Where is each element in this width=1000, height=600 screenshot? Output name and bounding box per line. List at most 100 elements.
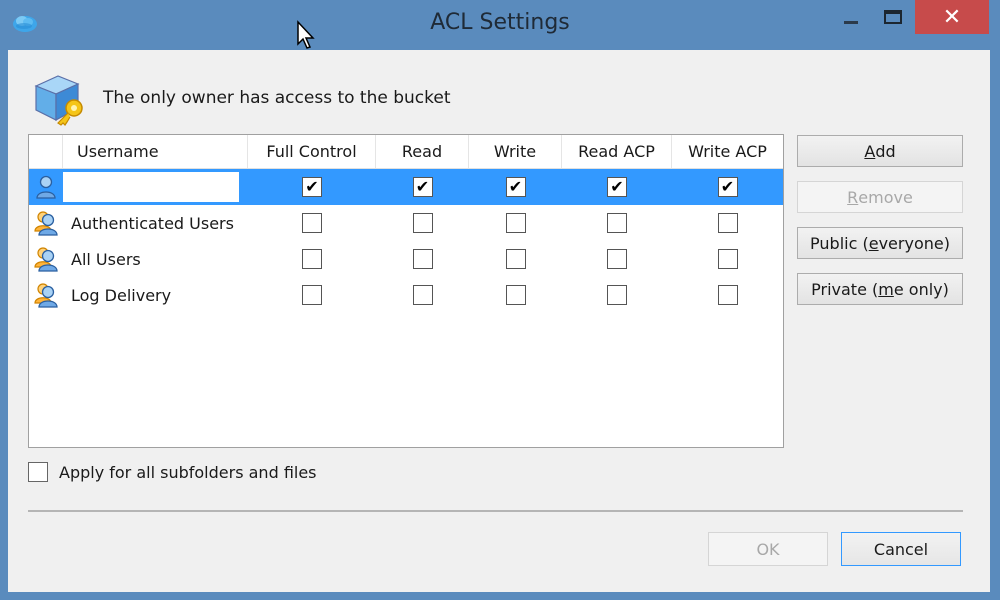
read-checkbox[interactable]: ✔ — [412, 177, 433, 197]
permission-cell-full-control — [248, 241, 376, 277]
public-accel-key: e — [868, 233, 879, 253]
minimize-button[interactable] — [830, 0, 872, 34]
private-label-pre: Private ( — [811, 279, 879, 299]
permission-cell-write-acp: ✔ — [672, 169, 783, 205]
username-cell[interactable]: Log Delivery — [63, 277, 248, 313]
acl-grid[interactable]: Username Full Control Read Write Read AC… — [28, 134, 784, 448]
check-icon: ✔ — [720, 177, 735, 196]
ok-button[interactable]: OK — [708, 532, 828, 566]
column-header-full-control[interactable]: Full Control — [248, 135, 376, 168]
minimize-icon — [844, 20, 858, 24]
permission-cell-read — [376, 241, 469, 277]
full-control-checkbox[interactable] — [302, 249, 322, 269]
column-header-read-acp[interactable]: Read ACP — [562, 135, 672, 168]
write-checkbox[interactable] — [505, 285, 526, 305]
access-message: The only owner has access to the bucket — [103, 88, 451, 108]
mouse-cursor-icon — [297, 20, 315, 49]
row-icon-cell — [29, 169, 63, 205]
remove-label-post: emove — [858, 187, 913, 207]
read-acp-checkbox[interactable]: ✔ — [607, 177, 627, 197]
username-cell[interactable]: Authenticated Users — [63, 205, 248, 241]
column-header-write[interactable]: Write — [469, 135, 562, 168]
check-icon: ✔ — [305, 177, 319, 196]
public-everyone-button[interactable]: Public (e veryone) — [797, 227, 963, 259]
permission-cell-read: ✔ — [376, 169, 469, 205]
username-cell[interactable] — [63, 169, 248, 205]
footer-divider — [28, 510, 963, 512]
row-icon-cell — [29, 205, 63, 241]
write-checkbox[interactable] — [505, 213, 526, 233]
column-header-read[interactable]: Read — [376, 135, 469, 168]
username-input[interactable] — [63, 172, 239, 202]
add-label-post: dd — [875, 141, 896, 161]
dialog-body: The only owner has access to the bucket … — [8, 50, 990, 592]
row-icon-cell — [29, 277, 63, 313]
table-row[interactable]: Authenticated Users — [29, 205, 783, 241]
apply-all-checkbox[interactable] — [28, 462, 48, 482]
public-label-post: veryone) — [878, 233, 950, 253]
permission-cell-full-control — [248, 277, 376, 313]
permission-cell-read-acp — [562, 205, 672, 241]
user-icon — [36, 175, 56, 199]
permission-cell-read — [376, 205, 469, 241]
check-icon: ✔ — [508, 177, 523, 196]
write-checkbox[interactable]: ✔ — [505, 177, 526, 197]
column-header-write-acp[interactable]: Write ACP — [672, 135, 783, 168]
remove-accel-key: R — [847, 187, 859, 207]
write-checkbox[interactable] — [505, 249, 526, 269]
permission-cell-full-control — [248, 205, 376, 241]
apply-all-label[interactable]: Apply for all subfolders and files — [59, 463, 317, 482]
group-icon — [34, 283, 58, 308]
check-icon: ✔ — [610, 177, 624, 196]
permission-cell-write — [469, 241, 562, 277]
check-icon: ✔ — [415, 177, 430, 196]
group-icon — [34, 247, 58, 272]
apply-all-option[interactable]: Apply for all subfolders and files — [28, 462, 317, 482]
write-acp-checkbox[interactable]: ✔ — [717, 177, 738, 197]
column-header-icon — [29, 135, 63, 168]
maximize-button[interactable] — [872, 0, 914, 34]
permission-cell-read-acp: ✔ — [562, 169, 672, 205]
read-checkbox[interactable] — [412, 285, 433, 305]
username-label: Authenticated Users — [71, 213, 234, 233]
username-label: All Users — [71, 249, 141, 269]
private-label-post: e only) — [893, 279, 949, 299]
full-control-checkbox[interactable] — [302, 285, 322, 305]
row-icon-cell — [29, 241, 63, 277]
close-button[interactable]: ✕ — [915, 0, 989, 34]
permission-cell-write: ✔ — [469, 169, 562, 205]
full-control-checkbox[interactable]: ✔ — [302, 177, 322, 197]
grid-header: Username Full Control Read Write Read AC… — [29, 135, 783, 169]
remove-button[interactable]: Remove — [797, 181, 963, 213]
write-acp-checkbox[interactable] — [717, 213, 738, 233]
table-row[interactable]: ✔ ✔ ✔ ✔ ✔ — [29, 169, 783, 205]
cancel-button[interactable]: Cancel — [841, 532, 961, 566]
username-label: Log Delivery — [71, 285, 172, 305]
public-label-pre: Public ( — [810, 233, 869, 253]
add-accel-key: A — [864, 141, 876, 161]
read-checkbox[interactable] — [412, 213, 433, 233]
maximize-icon — [884, 10, 902, 24]
full-control-checkbox[interactable] — [302, 213, 322, 233]
read-acp-checkbox[interactable] — [607, 249, 627, 269]
write-acp-checkbox[interactable] — [717, 249, 738, 269]
table-row[interactable]: Log Delivery — [29, 277, 783, 313]
read-acp-checkbox[interactable] — [607, 285, 627, 305]
column-header-username[interactable]: Username — [63, 135, 248, 168]
close-icon: ✕ — [942, 4, 962, 30]
private-accel-key: m — [878, 279, 894, 299]
read-checkbox[interactable] — [412, 249, 433, 269]
table-row[interactable]: All Users — [29, 241, 783, 277]
permission-cell-write-acp — [672, 205, 783, 241]
permission-cell-read-acp — [562, 277, 672, 313]
bucket-key-icon — [34, 75, 83, 126]
title-bar[interactable]: ACL Settings ✕ — [0, 0, 1000, 50]
private-me-only-button[interactable]: Private (m e only) — [797, 273, 963, 305]
read-acp-checkbox[interactable] — [607, 213, 627, 233]
username-cell[interactable]: All Users — [63, 241, 248, 277]
write-acp-checkbox[interactable] — [717, 285, 738, 305]
group-icon — [34, 211, 58, 236]
add-button[interactable]: Add — [797, 135, 963, 167]
grid-rows: ✔ ✔ ✔ ✔ ✔ Authenticated Users All Users Log Del… — [29, 169, 783, 313]
permission-cell-full-control: ✔ — [248, 169, 376, 205]
